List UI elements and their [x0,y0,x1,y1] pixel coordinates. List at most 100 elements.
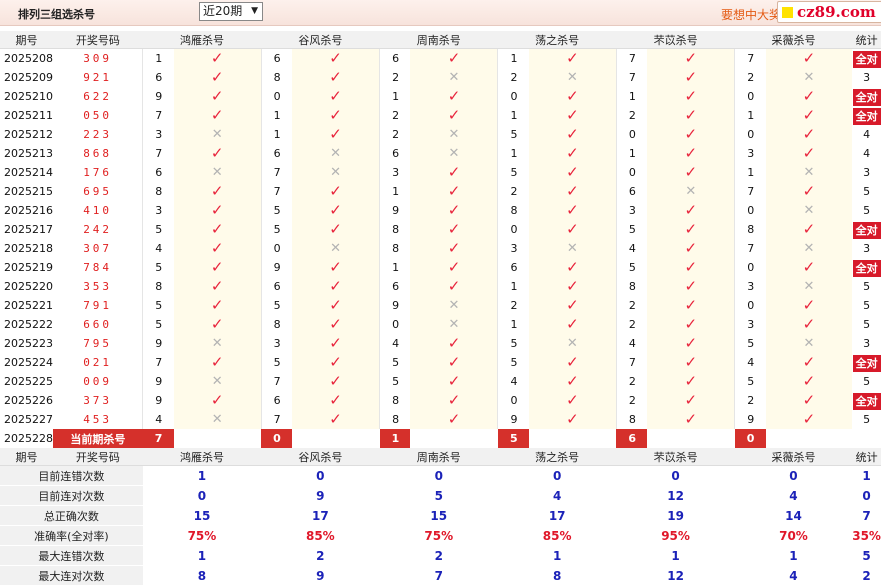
check-icon: ✓ [210,296,224,314]
kill-digit: 5 [497,125,529,144]
kill-digit: 8 [260,68,293,87]
summary-value: 9 [316,568,325,583]
cross-icon: ✕ [211,165,223,180]
check-icon: ✓ [210,220,224,238]
check-icon: ✓ [447,87,461,105]
kill-digit: 9 [734,410,766,429]
check-icon: ✓ [329,353,342,371]
kill-digit: 1 [497,277,529,296]
col-header-dangzhi: 荡之杀号 [497,448,617,466]
check-icon: ✓ [802,353,816,371]
cross-icon: ✕ [211,412,223,427]
summary-stat-value: 2 [862,568,871,583]
kill-digit: 3 [142,201,174,220]
col-header-zhounan: 周南杀号 [379,31,498,49]
summary-label: 准确率(全对率) [0,525,143,546]
kill-digit: 6 [379,277,411,296]
kill-digit: 5 [142,315,174,334]
col-header-hongyan: 鸿雁杀号 [142,448,262,466]
draw-number: 410 [83,204,113,217]
check-icon: ✓ [447,258,461,276]
stat-value: 3 [863,166,871,179]
draw-number: 176 [83,166,113,179]
issue-number: 2025227 [4,413,53,426]
kill-digit: 9 [142,334,174,353]
footer-header-row: 期号 开奖号码 鸿雁杀号 谷风杀号 周南杀号 荡之杀号 芣苡杀号 采薇杀号 统计 [0,448,881,466]
kill-digit: 5 [260,220,293,239]
brand-logo[interactable]: cz89.com [777,1,881,23]
check-icon: ✓ [684,353,698,371]
check-icon: ✓ [684,49,698,67]
check-icon: ✓ [329,315,342,333]
col-header-hongyan: 鸿雁杀号 [142,31,262,49]
check-icon: ✓ [329,391,342,409]
check-icon: ✓ [566,258,579,276]
kill-digit: 8 [379,410,411,429]
check-icon: ✓ [684,144,698,162]
col-header-fuyi: 芣苡杀号 [616,448,735,466]
period-select[interactable]: 近20期 ▼ [199,2,263,21]
table-row: 2025209 921 6 ✓ 8 ✓ 2 ✕ 2 ✕ 7 ✓ 2 ✕ 3 [0,68,881,87]
check-icon: ✓ [329,410,342,428]
page-title: 排列三组选杀号 [18,8,95,21]
cross-icon: ✕ [211,127,223,142]
check-icon: ✓ [447,334,461,352]
draw-number: 050 [83,109,113,122]
kill-digit: 6 [260,48,293,68]
table-row: 2025212 223 3 ✕ 1 ✓ 2 ✕ 5 ✓ 0 ✓ 0 ✓ 4 [0,125,881,144]
summary-value: 5 [434,488,443,503]
check-icon: ✓ [447,106,461,124]
kill-digit: 1 [615,87,648,106]
kill-digit: 8 [142,182,174,201]
draw-number: 021 [83,356,113,369]
stat-value: 5 [863,204,871,217]
issue-number: 2025226 [4,394,53,407]
cross-icon: ✕ [803,241,815,256]
table-row: 2025227 453 4 ✕ 7 ✓ 8 ✓ 9 ✓ 8 ✓ 9 ✓ 5 [0,410,881,429]
top-bar: 排列三组选杀号 近20期 ▼ 要想中大奖 cz89.com [0,0,881,26]
period-select-value: 近20期 [203,4,243,18]
issue-number: 2025223 [4,337,53,350]
cross-icon: ✕ [803,203,815,218]
promo-link[interactable]: 要想中大奖 [721,6,781,23]
summary-value: 0 [552,468,562,483]
kill-digit: 8 [379,220,411,239]
kill-digit: 7 [260,163,293,182]
brand-text: cz89.com [797,3,876,21]
summary-value: 0 [434,468,443,483]
table-row: 2025221 791 5 ✓ 5 ✓ 9 ✕ 2 ✓ 2 ✓ 0 ✓ 5 [0,296,881,315]
check-icon: ✓ [566,182,579,200]
summary-value: 70% [779,528,808,543]
summary-value: 4 [789,488,798,503]
check-icon: ✓ [329,277,342,295]
kill-digit: 1 [497,144,529,163]
kill-digit: 1 [734,106,766,125]
check-icon: ✓ [210,353,224,371]
check-icon: ✓ [684,410,698,428]
check-icon: ✓ [684,277,698,295]
kill-digit: 9 [379,201,411,220]
kill-digit: 7 [142,353,174,372]
kill-digit: 9 [142,391,174,410]
kill-digit: 0 [734,258,766,277]
check-icon: ✓ [329,201,342,219]
cross-icon: ✕ [448,146,460,161]
kill-digit: 0 [615,125,648,144]
check-icon: ✓ [802,372,816,390]
kill-digit: 2 [379,68,411,87]
kill-digit: 2 [615,106,648,125]
kill-digit: 1 [497,48,529,68]
kill-digit: 3 [497,239,529,258]
kill-digit: 5 [734,334,766,353]
issue-number: 2025214 [4,166,53,179]
draw-number: 795 [83,337,113,350]
issue-number: 2025218 [4,242,53,255]
summary-value: 17 [548,508,566,523]
check-icon: ✓ [802,296,816,314]
table-row: 2025208 309 1 ✓ 6 ✓ 6 ✓ 1 ✓ 7 ✓ 7 ✓ 全对 [0,48,881,68]
col-header-issue: 期号 [0,31,53,49]
col-header-draw: 开奖号码 [53,31,143,49]
table-row: 2025216 410 3 ✓ 5 ✓ 9 ✓ 8 ✓ 3 ✓ 0 ✕ 5 [0,201,881,220]
summary-value: 1 [197,468,207,483]
kill-digit: 7 [734,182,766,201]
